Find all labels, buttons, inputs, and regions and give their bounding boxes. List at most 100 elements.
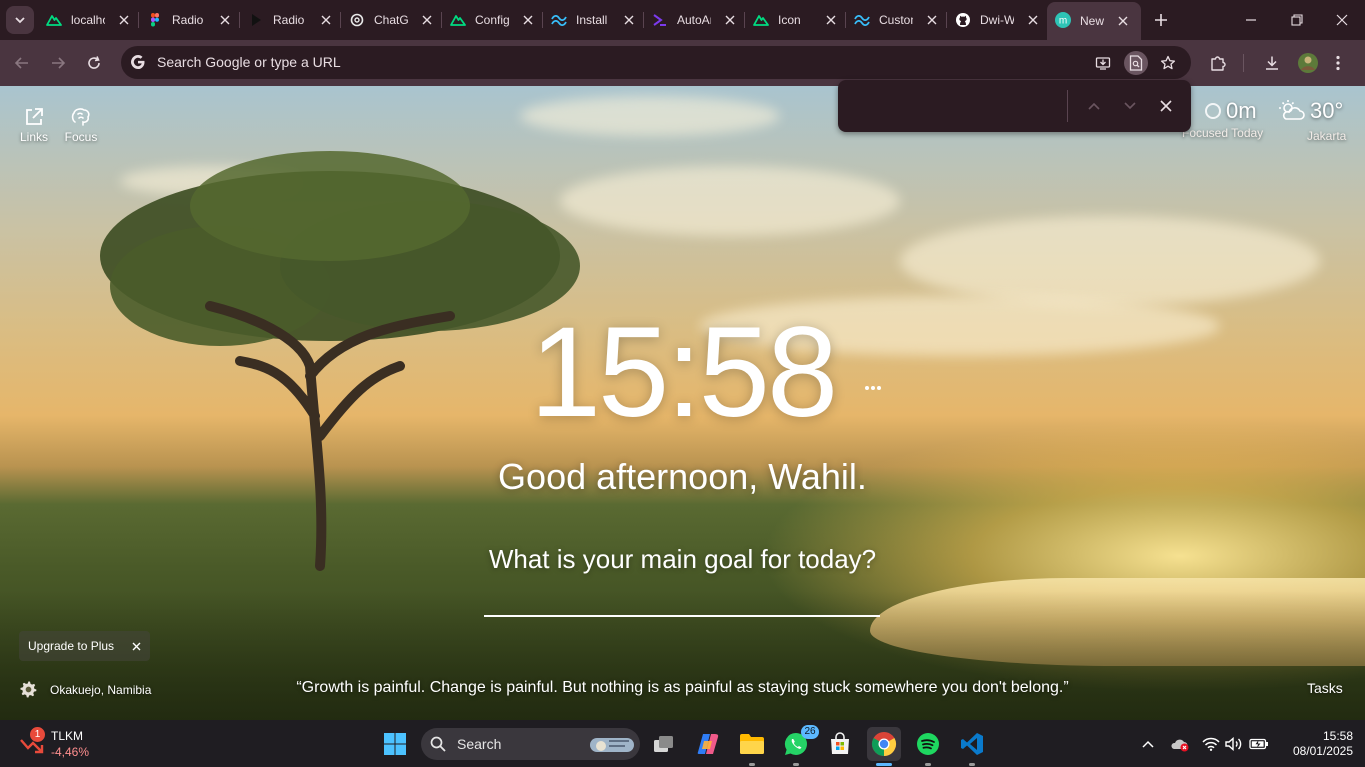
weather-widget[interactable]: 30°: [1278, 98, 1343, 124]
chrome-menu-button[interactable]: [1324, 49, 1352, 77]
close-icon[interactable]: [721, 11, 739, 29]
close-icon[interactable]: [923, 11, 941, 29]
tab-github[interactable]: Dwi-W: [947, 4, 1047, 36]
tasks-button[interactable]: Tasks: [1307, 680, 1343, 696]
momentum-icon: m: [1055, 12, 1071, 28]
dismiss-upgrade-button[interactable]: [128, 638, 144, 654]
tailwind-icon: [551, 12, 567, 28]
google-icon: [131, 55, 145, 69]
close-icon[interactable]: [1024, 11, 1042, 29]
close-icon: [1336, 14, 1348, 26]
close-icon[interactable]: [418, 11, 436, 29]
whatsapp-app[interactable]: 26: [779, 725, 819, 766]
vscode-app[interactable]: [955, 727, 989, 766]
main-goal-question: What is your main goal for today?: [488, 544, 877, 574]
install-app-button[interactable]: [1091, 51, 1115, 75]
start-button[interactable]: [378, 727, 412, 761]
running-indicator: [793, 763, 799, 766]
close-icon[interactable]: [620, 11, 638, 29]
chevron-down-icon: [15, 17, 25, 24]
main-goal-input[interactable]: [484, 589, 880, 617]
download-icon: [1266, 56, 1278, 70]
find-next-button[interactable]: [1118, 94, 1142, 118]
forward-button[interactable]: [44, 49, 72, 77]
battery-charging-icon: [1249, 738, 1268, 750]
svg-text:m: m: [1059, 16, 1067, 27]
show-hidden-icons-button[interactable]: [1138, 734, 1158, 754]
chrome-app[interactable]: [867, 727, 901, 766]
clock-options-button[interactable]: [863, 378, 883, 390]
microsoft-store-app[interactable]: [823, 727, 857, 761]
minimize-button[interactable]: [1228, 0, 1274, 40]
close-icon: [132, 642, 140, 650]
more-vertical-icon: [1336, 55, 1340, 71]
tab-config[interactable]: Config: [442, 4, 543, 36]
address-placeholder: Search Google or type a URL: [157, 54, 341, 70]
tab-localhost[interactable]: localhost: [38, 4, 139, 36]
cloud-error-icon: [1171, 739, 1189, 752]
close-icon[interactable]: [822, 11, 840, 29]
links-button[interactable]: Links: [12, 104, 56, 144]
tab-chatgpt[interactable]: ChatGPT: [341, 4, 442, 36]
running-indicator: [876, 763, 892, 766]
tab-strip: localhost Radio Radio ChatGPT Config Ins…: [0, 0, 1365, 40]
upgrade-banner[interactable]: Upgrade to Plus: [19, 631, 150, 661]
search-icon: [430, 736, 446, 752]
more-horizontal-icon: [865, 386, 881, 390]
tab-title: AutoAnimate: [677, 13, 711, 27]
volume-tray[interactable]: [1224, 734, 1244, 754]
extensions-button[interactable]: [1204, 49, 1232, 77]
close-window-button[interactable]: [1319, 0, 1365, 40]
close-icon[interactable]: [216, 11, 234, 29]
reload-button[interactable]: [80, 49, 108, 77]
tab-radio-figma[interactable]: Radio: [139, 4, 240, 36]
running-indicator: [749, 763, 755, 766]
tab-search-button[interactable]: [6, 6, 34, 34]
close-icon[interactable]: [1114, 12, 1132, 30]
tab-icon[interactable]: Icon: [745, 4, 846, 36]
file-explorer-app[interactable]: [735, 727, 769, 766]
find-input[interactable]: [852, 92, 1057, 120]
stock-notification-badge: 1: [30, 727, 45, 742]
cloud: [900, 216, 1320, 306]
focus-button[interactable]: Focus: [59, 104, 103, 144]
spotify-app[interactable]: [911, 727, 945, 766]
focus-time-widget[interactable]: 0m: [1204, 98, 1257, 124]
minimize-icon: [1246, 19, 1256, 21]
folder-icon: [740, 734, 764, 754]
profile-button[interactable]: [1294, 49, 1322, 77]
address-bar[interactable]: Search Google or type a URL: [121, 46, 1191, 79]
system-clock[interactable]: 15:58 08/01/2025: [1278, 729, 1353, 759]
weather-temperature: 30°: [1310, 98, 1344, 123]
install-icon: [1095, 57, 1111, 70]
new-tab-button[interactable]: [1150, 9, 1172, 31]
restore-button[interactable]: [1274, 0, 1320, 40]
running-indicator: [969, 763, 975, 766]
find-previous-button[interactable]: [1082, 94, 1106, 118]
back-button[interactable]: [8, 49, 36, 77]
close-icon[interactable]: [115, 11, 133, 29]
tab-custom[interactable]: Custom: [846, 4, 947, 36]
close-icon[interactable]: [317, 11, 335, 29]
tab-radio-player[interactable]: Radio: [240, 4, 341, 36]
downloads-button[interactable]: [1258, 49, 1286, 77]
tab-new-tab[interactable]: m New Tab: [1047, 2, 1141, 40]
taskbar-search[interactable]: Search: [421, 728, 640, 760]
battery-tray[interactable]: [1249, 734, 1269, 754]
find-bar: [838, 80, 1191, 132]
task-view-button[interactable]: [647, 727, 681, 761]
greeting: Good afternoon, Wahil.: [498, 456, 867, 497]
close-icon[interactable]: [519, 11, 537, 29]
copilot-app[interactable]: [691, 727, 725, 761]
tab-install[interactable]: Install: [543, 4, 644, 36]
search-label: Search: [457, 736, 502, 752]
stock-widget[interactable]: 1 TLKM -4,46%: [18, 726, 118, 762]
daily-quote: “Growth is painful. Change is painful. B…: [296, 679, 1069, 696]
brain-icon: [71, 108, 90, 126]
onedrive-tray[interactable]: [1170, 734, 1190, 754]
find-in-page-button[interactable]: [1124, 51, 1148, 75]
wifi-tray[interactable]: [1201, 734, 1221, 754]
tab-autoanimate[interactable]: AutoAnimate: [644, 4, 745, 36]
bookmark-button[interactable]: [1156, 51, 1180, 75]
find-close-button[interactable]: [1154, 94, 1178, 118]
